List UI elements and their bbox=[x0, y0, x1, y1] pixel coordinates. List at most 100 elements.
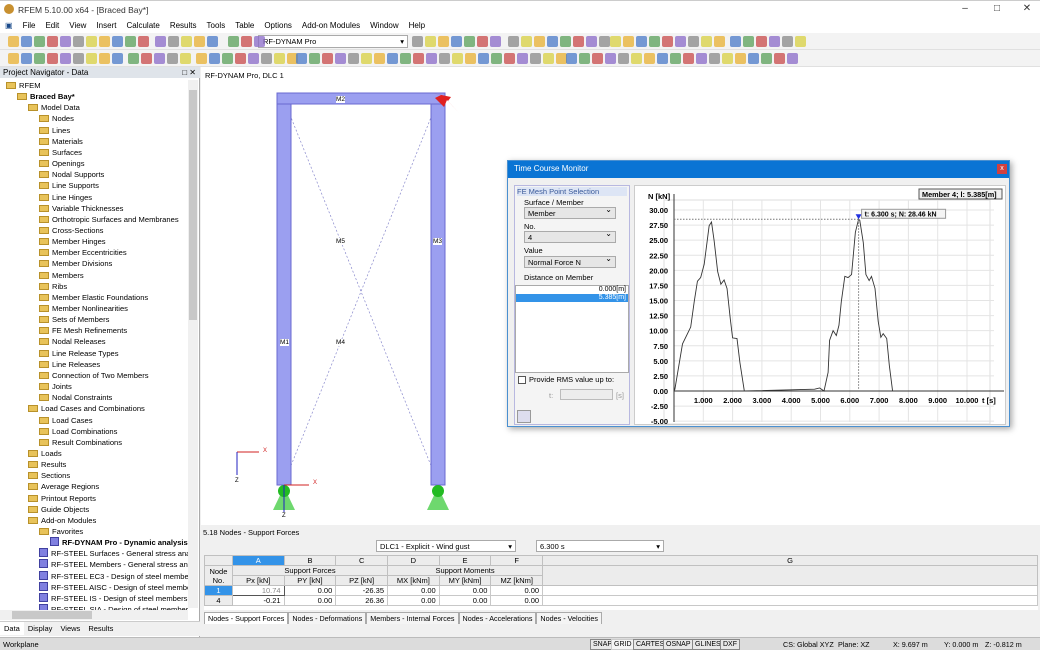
col-letter[interactable]: E bbox=[439, 556, 491, 566]
status-dxf-button[interactable]: DXF bbox=[720, 639, 740, 650]
tree-item[interactable]: Lines bbox=[39, 125, 70, 136]
tree-item[interactable]: Member Eccentricities bbox=[39, 247, 127, 258]
menu-file[interactable]: File bbox=[18, 18, 41, 30]
toolbar-icon[interactable] bbox=[636, 36, 647, 47]
tree-item[interactable]: Add-on Modules bbox=[28, 515, 96, 526]
toolbar-icon[interactable] bbox=[254, 36, 265, 47]
rms-checkbox[interactable] bbox=[518, 376, 526, 384]
tree-item[interactable]: Nodal Constraints bbox=[39, 392, 112, 403]
tree-item[interactable]: Printout Reports bbox=[28, 493, 96, 504]
table-tab[interactable]: Nodes - Support Forces bbox=[204, 612, 288, 624]
tree-item[interactable]: Load Cases and Combinations bbox=[28, 403, 145, 414]
toolbar-icon[interactable] bbox=[86, 53, 97, 64]
toolbar-icon[interactable] bbox=[530, 53, 541, 64]
toolbar-icon[interactable] bbox=[141, 53, 152, 64]
toolbar-icon[interactable] bbox=[774, 53, 785, 64]
toolbar-icon[interactable] bbox=[534, 36, 545, 47]
toolbar-icon[interactable] bbox=[761, 53, 772, 64]
toolbar-icon[interactable] bbox=[730, 36, 741, 47]
toolbar-icon[interactable] bbox=[508, 36, 519, 47]
value-cell[interactable]: -0.21 bbox=[232, 596, 284, 606]
toolbar-icon[interactable] bbox=[599, 36, 610, 47]
status-grid-button[interactable]: GRID bbox=[611, 639, 635, 650]
toolbar-icon[interactable] bbox=[274, 53, 285, 64]
toolbar-icon[interactable] bbox=[547, 36, 558, 47]
tree-item[interactable]: Sections bbox=[28, 470, 70, 481]
navigator-scrollbar[interactable] bbox=[188, 80, 198, 608]
toolbar-icon[interactable] bbox=[387, 53, 398, 64]
nav-tab-data[interactable]: Data bbox=[0, 622, 24, 635]
toolbar-icon[interactable] bbox=[670, 53, 681, 64]
toolbar-icon[interactable] bbox=[34, 53, 45, 64]
tree-item[interactable]: Orthotropic Surfaces and Membranes bbox=[39, 214, 179, 225]
menu-view[interactable]: View bbox=[64, 18, 91, 30]
toolbar-icon[interactable] bbox=[623, 36, 634, 47]
app-menu-icon[interactable]: ▣ bbox=[0, 18, 18, 30]
tree-item[interactable]: RF-DYNAM Pro - Dynamic analysis bbox=[50, 537, 188, 548]
tree-item[interactable]: Member Divisions bbox=[39, 258, 112, 269]
toolbar-icon[interactable] bbox=[322, 53, 333, 64]
rms-time-input[interactable] bbox=[560, 389, 613, 400]
toolbar-icon[interactable] bbox=[180, 53, 191, 64]
toolbar-icon[interactable] bbox=[605, 53, 616, 64]
toolbar-icon[interactable] bbox=[644, 53, 655, 64]
toolbar-icon[interactable] bbox=[709, 53, 720, 64]
tree-item[interactable]: Average Regions bbox=[28, 481, 99, 492]
table-tab[interactable]: Nodes - Accelerations bbox=[459, 612, 537, 624]
tree-item[interactable]: Line Releases bbox=[39, 359, 100, 370]
dialog-close-button[interactable]: x bbox=[997, 164, 1007, 174]
toolbar-icon[interactable] bbox=[235, 53, 246, 64]
toolbar-icon[interactable] bbox=[241, 36, 252, 47]
tree-item[interactable]: Guide Objects bbox=[28, 504, 89, 515]
toolbar-icon[interactable] bbox=[125, 36, 136, 47]
toolbar-icon[interactable] bbox=[168, 36, 179, 47]
toolbar-icon[interactable] bbox=[688, 36, 699, 47]
toolbar-icon[interactable] bbox=[675, 36, 686, 47]
toolbar-icon[interactable] bbox=[649, 36, 660, 47]
toolbar-icon[interactable] bbox=[464, 36, 475, 47]
toolbar-icon[interactable] bbox=[47, 53, 58, 64]
toolbar-icon[interactable] bbox=[592, 53, 603, 64]
menu-results[interactable]: Results bbox=[165, 18, 202, 30]
toolbar-icon[interactable] bbox=[128, 53, 139, 64]
col-letter[interactable]: A bbox=[232, 556, 284, 566]
toolbar-icon[interactable] bbox=[228, 36, 239, 47]
menu-window[interactable]: Window bbox=[365, 18, 403, 30]
value-cell[interactable]: 0.00 bbox=[491, 586, 543, 596]
value-cell[interactable]: 0.00 bbox=[388, 596, 440, 606]
toolbar-icon[interactable] bbox=[586, 36, 597, 47]
member-no-select[interactable]: 4 bbox=[524, 231, 616, 243]
toolbar-icon[interactable] bbox=[21, 36, 32, 47]
toolbar-icon[interactable] bbox=[60, 53, 71, 64]
toolbar-icon[interactable] bbox=[610, 36, 621, 47]
tree-item[interactable]: Member Nonlinearities bbox=[39, 303, 128, 314]
tree-item[interactable]: Member Elastic Foundations bbox=[39, 292, 148, 303]
module-select[interactable]: RF-DYNAM Pro▾ bbox=[258, 35, 408, 48]
toolbar-icon[interactable] bbox=[413, 53, 424, 64]
tree-item[interactable]: Load Cases bbox=[39, 415, 93, 426]
toolbar-icon[interactable] bbox=[477, 36, 488, 47]
tree-item[interactable]: Favorites bbox=[39, 526, 83, 537]
col-letter[interactable]: C bbox=[336, 556, 388, 566]
minimize-button[interactable]: – bbox=[950, 3, 980, 17]
toolbar-icon[interactable] bbox=[261, 53, 272, 64]
value-select[interactable]: Normal Force N bbox=[524, 256, 616, 268]
menu-options[interactable]: Options bbox=[259, 18, 297, 30]
toolbar-icon[interactable] bbox=[566, 53, 577, 64]
toolbar-icon[interactable] bbox=[73, 53, 84, 64]
toolbar-icon[interactable] bbox=[99, 36, 110, 47]
tree-item[interactable]: Loads bbox=[28, 448, 62, 459]
col-letter[interactable]: B bbox=[284, 556, 336, 566]
toolbar-icon[interactable] bbox=[490, 36, 501, 47]
tree-item[interactable]: Variable Thicknesses bbox=[39, 203, 123, 214]
tree-item[interactable]: Ribs bbox=[39, 281, 67, 292]
toolbar-icon[interactable] bbox=[579, 53, 590, 64]
tree-item[interactable]: Line Release Types bbox=[39, 348, 119, 359]
tree-item[interactable]: Member Hinges bbox=[39, 236, 106, 247]
menu-help[interactable]: Help bbox=[404, 18, 430, 30]
distance-list[interactable]: 0.000[m] 5.385[m] bbox=[515, 285, 629, 373]
toolbar-icon[interactable] bbox=[194, 36, 205, 47]
value-cell[interactable]: 0.00 bbox=[439, 596, 491, 606]
menu-tools[interactable]: Tools bbox=[202, 18, 231, 30]
close-button[interactable]: ✕ bbox=[1012, 3, 1040, 17]
